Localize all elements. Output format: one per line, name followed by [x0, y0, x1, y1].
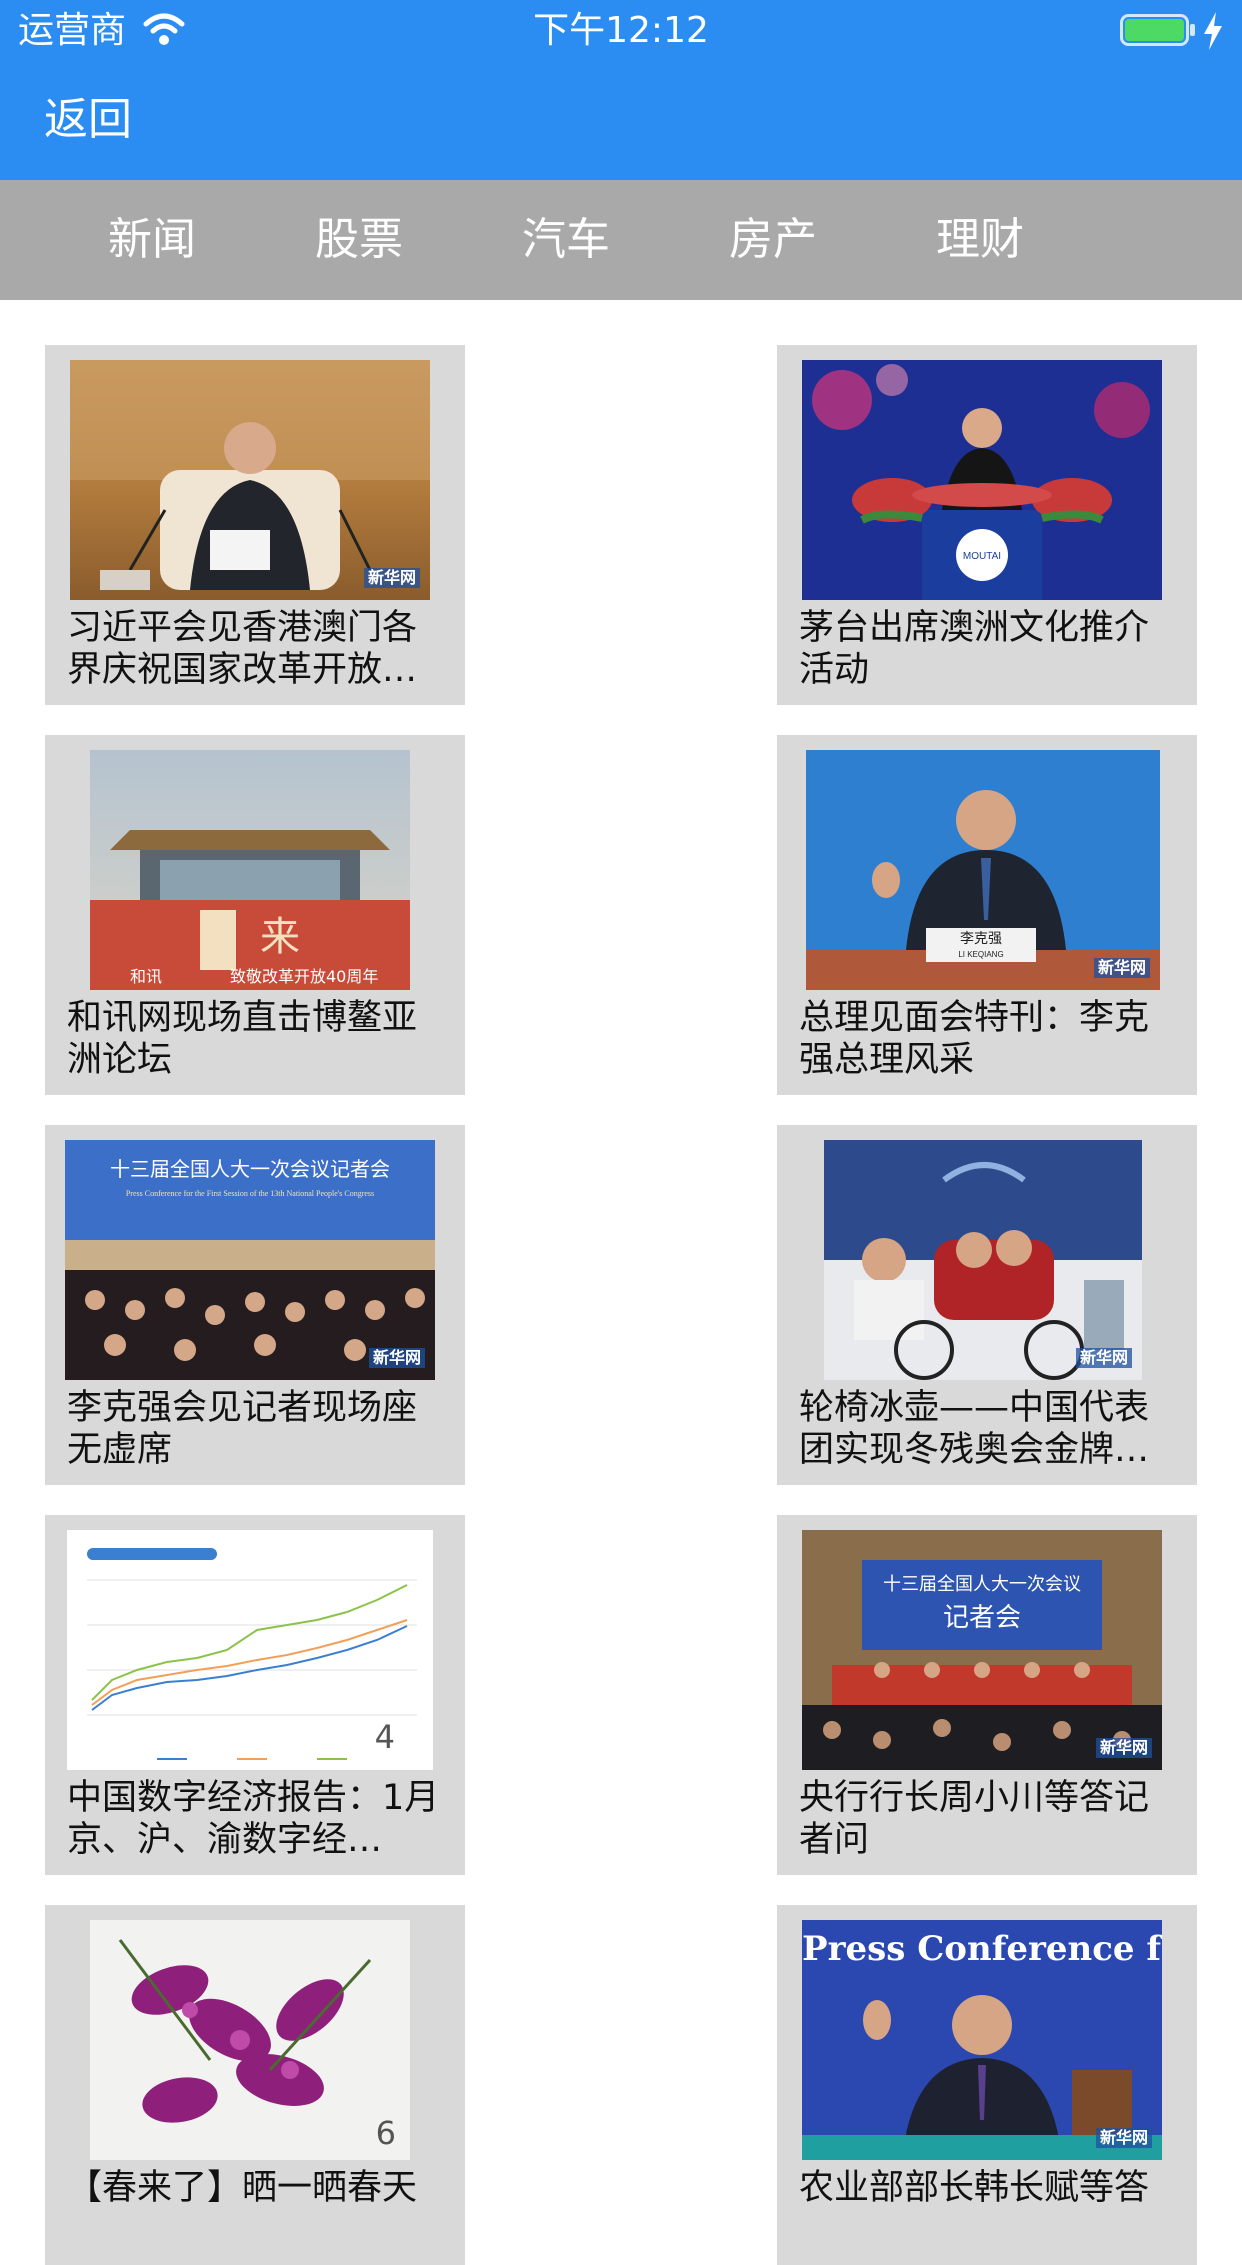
news-title: 茅台出席澳洲文化推介活动	[799, 608, 1150, 690]
hexun-logo: 和讯	[130, 967, 162, 986]
news-thumbnail: Press Conference for th 新华网	[802, 1920, 1162, 2160]
status-time: 下午12:12	[533, 10, 709, 51]
news-title: 李克强会见记者现场座无虚席	[67, 1388, 418, 1470]
tab-news[interactable]: 新闻	[87, 180, 217, 300]
banner-text: 致敬改革开放40周年	[230, 967, 378, 986]
nameplate: 李克强	[960, 931, 1002, 947]
news-title: 轮椅冰壶——中国代表团实现冬残奥会金牌…	[799, 1388, 1150, 1470]
watermark: 新华网	[1095, 1738, 1152, 1758]
news-thumbnail: 李克强 LI KEQIANG 新华网	[806, 750, 1160, 990]
navigation-bar: 返回	[0, 62, 1242, 180]
news-card[interactable]: 6 【春来了】晒一晒春天	[45, 1905, 465, 2265]
news-title: 习近平会见香港澳门各界庆祝国家改革开放…	[67, 608, 418, 690]
news-card[interactable]: 4 中国数字经济报告：1月京、沪、渝数字经…	[45, 1515, 465, 1875]
news-title: 和讯网现场直击博鳌亚洲论坛	[67, 998, 418, 1080]
news-card[interactable]: MOUTAI 茅台出席澳洲文化推介活动	[777, 345, 1197, 705]
watermark: 新华网	[363, 568, 420, 588]
news-thumbnail: 十三届全国人大一次会议记者会 Press Conference for the …	[65, 1140, 435, 1380]
news-card[interactable]: 来 和讯 致敬改革开放40周年 和讯网现场直击博鳌亚洲论坛	[45, 735, 465, 1095]
tab-stocks[interactable]: 股票	[294, 180, 424, 300]
news-title: 中国数字经济报告：1月京、沪、渝数字经…	[67, 1778, 440, 1860]
banner-text: Press Conference for th	[802, 1929, 1162, 1969]
news-thumbnail: 4	[67, 1530, 433, 1770]
nameplate-sub: LI KEQIANG	[958, 950, 1003, 959]
news-thumbnail: 新华网	[824, 1140, 1142, 1380]
news-card[interactable]: 新华网 轮椅冰壶——中国代表团实现冬残奥会金牌…	[777, 1125, 1197, 1485]
news-thumbnail: MOUTAI	[802, 360, 1162, 600]
news-card[interactable]: 新华网 习近平会见香港澳门各界庆祝国家改革开放…	[45, 345, 465, 705]
tab-real-estate[interactable]: 房产	[708, 180, 838, 300]
battery-icon	[1120, 14, 1195, 46]
banner-title: 记者会	[943, 1603, 1021, 1633]
category-tab-bar: 新闻 股票 汽车 房产 理财	[0, 180, 1242, 300]
watermark: 新华网	[368, 1348, 425, 1368]
news-thumbnail: 来 和讯 致敬改革开放40周年	[90, 750, 410, 990]
news-thumbnail: 十三届全国人大一次会议 记者会 新华网	[802, 1530, 1162, 1770]
banner-sub: Press Conference for the First Session o…	[126, 1189, 374, 1198]
watermark: 新华网	[1075, 1348, 1132, 1368]
banner-text: 十三届全国人大一次会议记者会	[110, 1157, 390, 1181]
status-bar: 运营商 下午12:12	[0, 0, 1242, 62]
news-card[interactable]: Press Conference for th 新华网 农业部部长韩长赋等答	[777, 1905, 1197, 2265]
charging-icon	[1204, 12, 1222, 50]
tab-cars[interactable]: 汽车	[501, 180, 631, 300]
news-card[interactable]: 十三届全国人大一次会议记者会 Press Conference for the …	[45, 1125, 465, 1485]
news-title: 农业部部长韩长赋等答	[799, 2168, 1150, 2208]
watermark: 新华网	[1095, 2128, 1152, 2148]
news-card[interactable]: 十三届全国人大一次会议 记者会 新华网 央行行长周小川等答记者问	[777, 1515, 1197, 1875]
tab-finance[interactable]: 理财	[915, 180, 1045, 300]
overlay-number: 6	[375, 2114, 396, 2152]
watermark: 新华网	[1093, 958, 1150, 978]
news-title: 【春来了】晒一晒春天	[67, 2168, 418, 2208]
news-title: 央行行长周小川等答记者问	[799, 1778, 1150, 1860]
banner-sign: 来	[260, 914, 300, 960]
overlay-number: 4	[374, 1718, 395, 1756]
podium-text: MOUTAI	[963, 551, 1001, 562]
news-thumbnail: 新华网	[70, 360, 430, 600]
news-thumbnail: 6	[90, 1920, 410, 2160]
banner-text: 十三届全国人大一次会议	[883, 1574, 1081, 1595]
back-button[interactable]: 返回	[44, 92, 132, 148]
news-card[interactable]: 李克强 LI KEQIANG 新华网 总理见面会特刊：李克强总理风采	[777, 735, 1197, 1095]
news-title: 总理见面会特刊：李克强总理风采	[799, 998, 1150, 1080]
